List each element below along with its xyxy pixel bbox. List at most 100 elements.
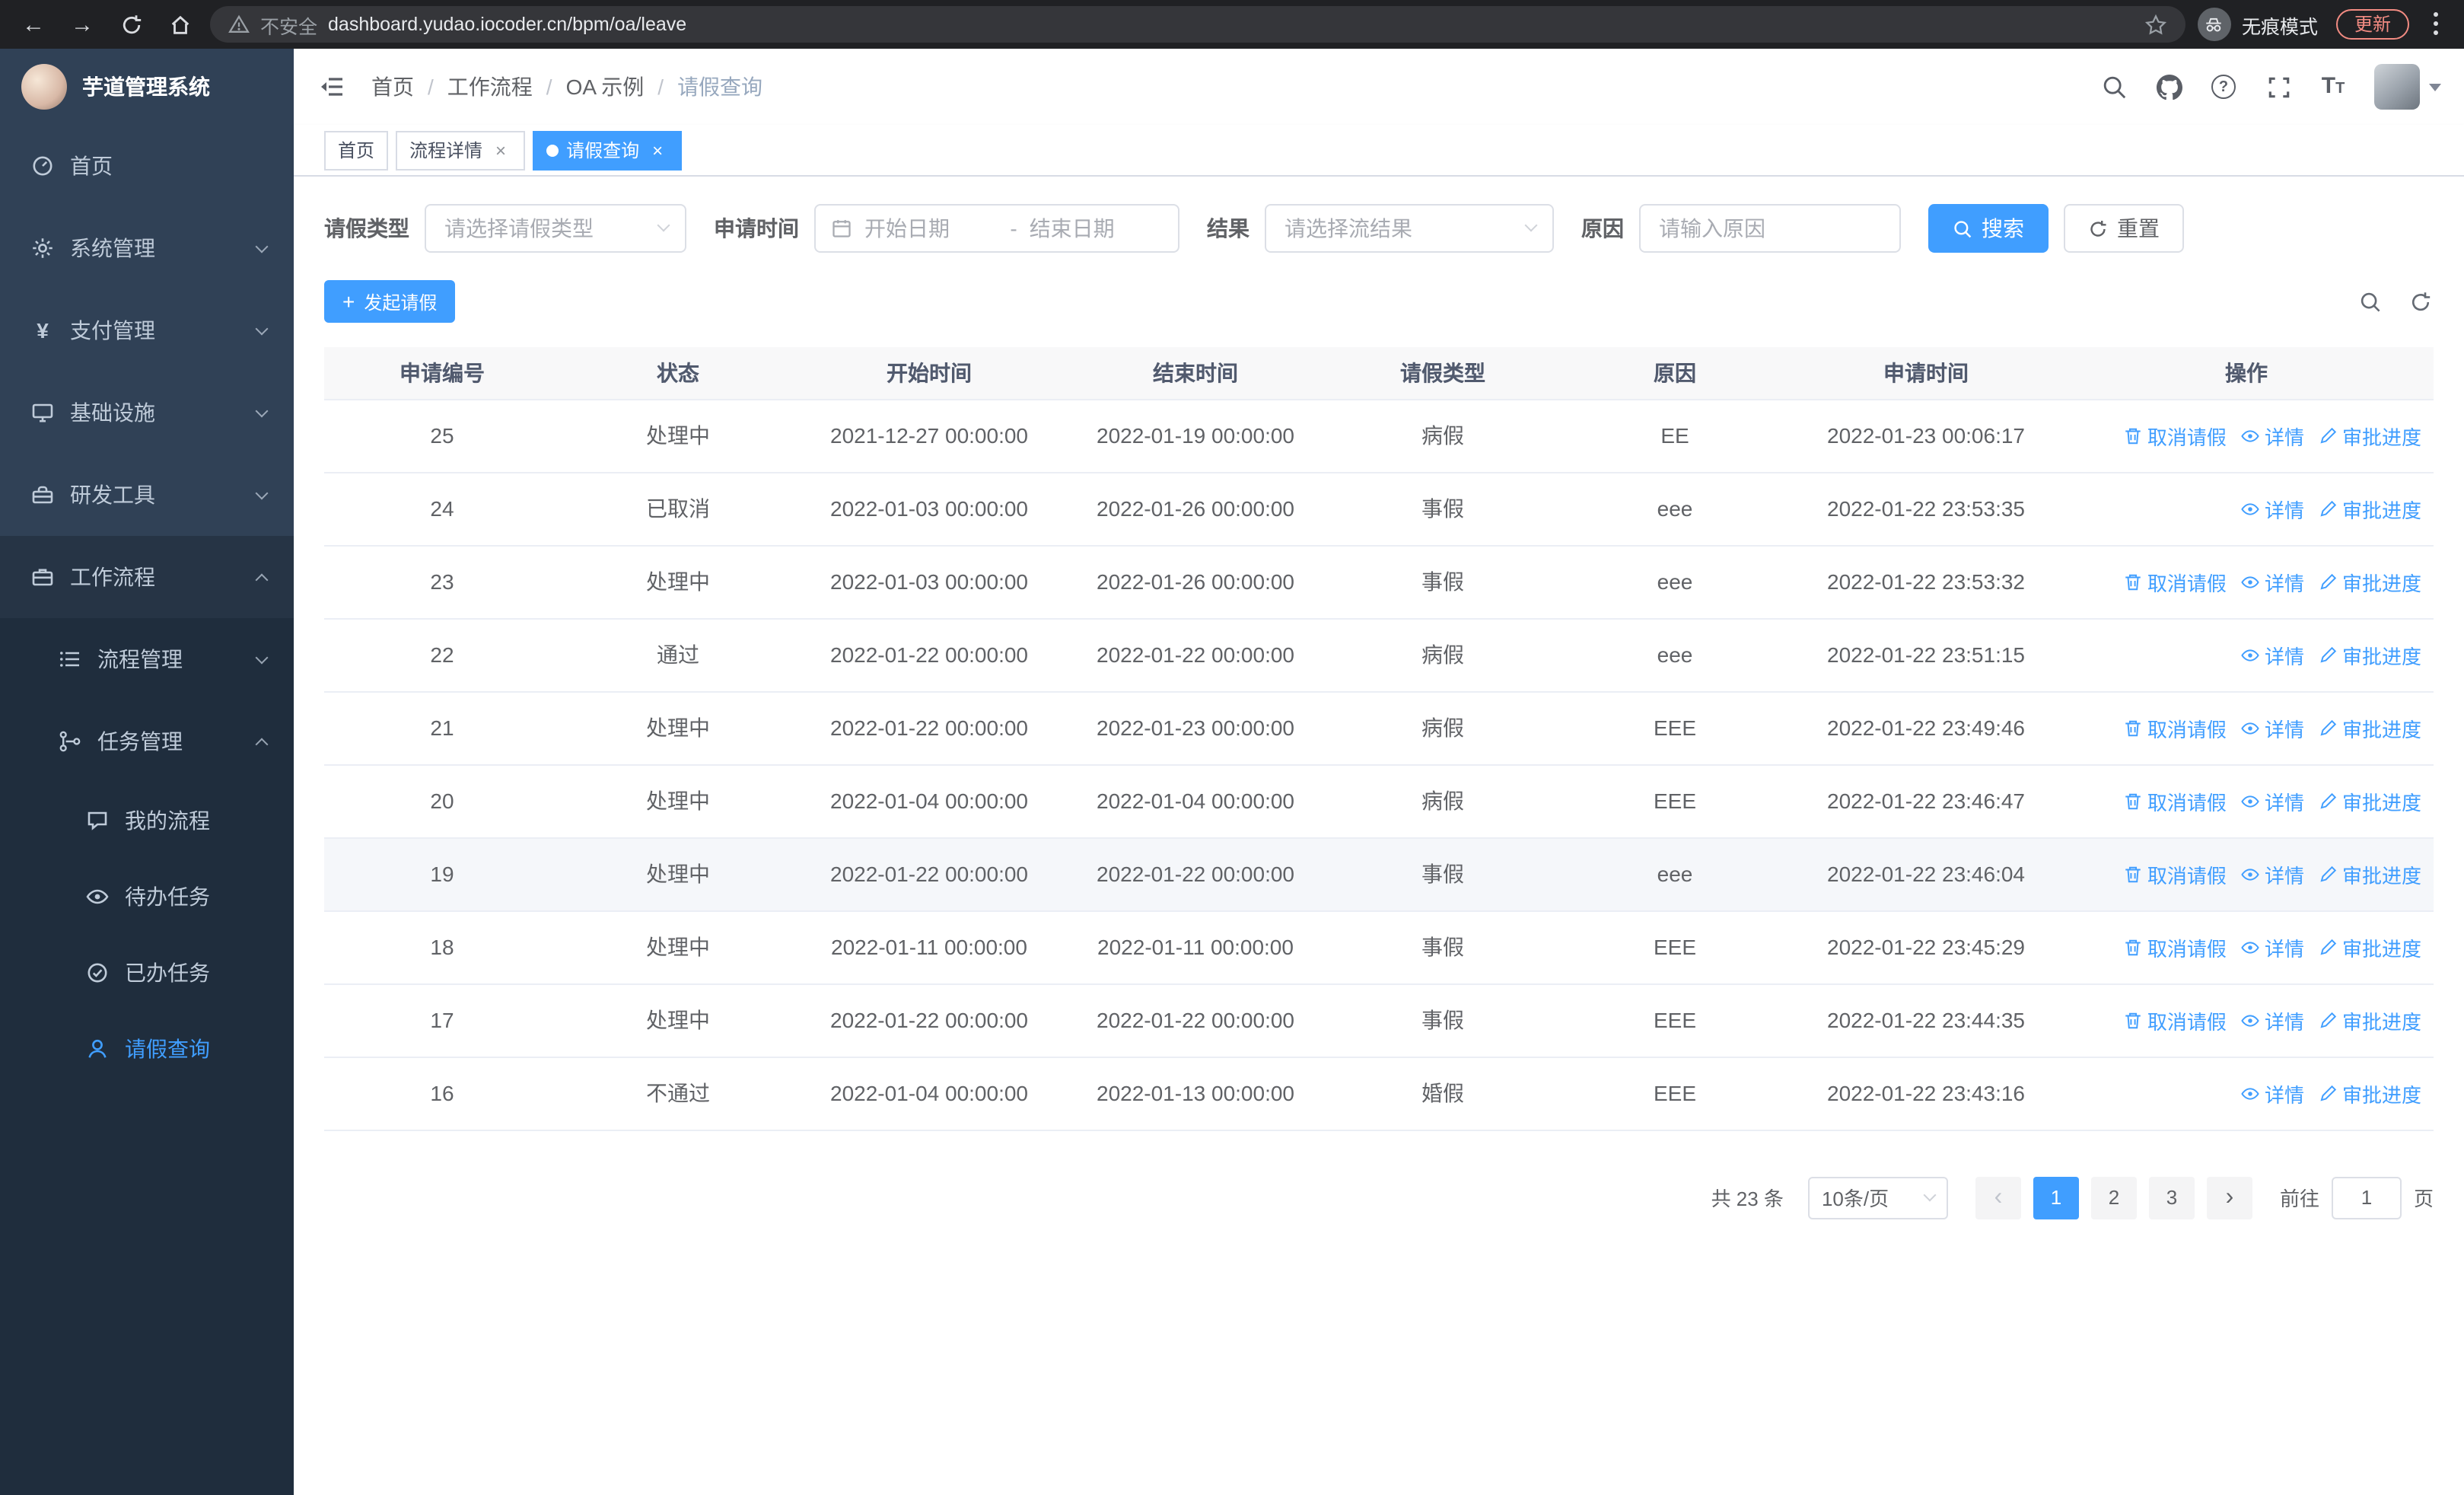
sidebar-item-my-processes[interactable]: 我的流程 [0, 783, 294, 859]
reason-input[interactable] [1639, 204, 1901, 253]
fullscreen-icon[interactable] [2265, 73, 2292, 100]
approval-progress-link[interactable]: 审批进度 [2318, 713, 2421, 742]
header-search-icon[interactable] [2100, 73, 2128, 100]
cell-end-time: 2022-01-22 00:00:00 [1062, 618, 1329, 692]
tab-process-detail[interactable]: 流程详情 × [396, 130, 526, 170]
browser-back-button[interactable]: ← [15, 6, 52, 43]
reset-button[interactable]: 重置 [2064, 204, 2184, 253]
approval-progress-link[interactable]: 审批进度 [2318, 1079, 2421, 1108]
sidebar-item-done-tasks[interactable]: 已办任务 [0, 935, 294, 1011]
next-page-button[interactable]: › [2206, 1176, 2252, 1219]
sidebar-item-leave-query[interactable]: 请假查询 [0, 1011, 294, 1087]
detail-link[interactable]: 详情 [2240, 1079, 2304, 1108]
sidebar-item-workflow[interactable]: 工作流程 [0, 536, 294, 618]
edit-icon [2320, 792, 2337, 808]
cancel-leave-link[interactable]: 取消请假 [2123, 932, 2227, 961]
create-leave-button[interactable]: + 发起请假 [324, 280, 456, 323]
update-button[interactable]: 更新 [2335, 9, 2409, 40]
cancel-leave-link[interactable]: 取消请假 [2123, 859, 2227, 888]
tab-leave-query[interactable]: 请假查询 × [533, 130, 683, 170]
cancel-leave-link[interactable]: 取消请假 [2123, 1006, 2227, 1034]
approval-progress-link[interactable]: 审批进度 [2318, 859, 2421, 888]
browser-forward-button[interactable]: → [64, 6, 100, 43]
font-size-icon[interactable]: TT [2319, 73, 2347, 100]
cell-apply-id: 17 [324, 983, 560, 1057]
page-size-select[interactable]: 10条/页 [1807, 1176, 1948, 1219]
cancel-leave-link[interactable]: 取消请假 [2123, 567, 2227, 596]
detail-link[interactable]: 详情 [2240, 494, 2304, 523]
sidebar-item-todo-tasks[interactable]: 待办任务 [0, 859, 294, 935]
chevron-up-icon [255, 737, 269, 751]
refresh-icon [2090, 219, 2106, 236]
detail-link[interactable]: 详情 [2240, 786, 2304, 815]
browser-menu-icon[interactable] [2434, 12, 2440, 37]
github-icon[interactable] [2155, 73, 2182, 100]
cell-status: 不通过 [560, 1057, 796, 1130]
user-avatar [2374, 64, 2420, 110]
approval-progress-link[interactable]: 审批进度 [2318, 786, 2421, 815]
search-button[interactable]: 搜索 [1928, 204, 2049, 253]
cancel-leave-link[interactable]: 取消请假 [2123, 786, 2227, 815]
prev-page-button[interactable]: ‹ [1975, 1176, 2021, 1219]
detail-link[interactable]: 详情 [2240, 421, 2304, 450]
goto-page-input[interactable] [2331, 1176, 2402, 1219]
top-navbar: 首页 / 工作流程 / OA 示例 / 请假查询 ? T T [294, 49, 2464, 125]
address-bar[interactable]: 不安全 dashboard.yudao.iocoder.cn/bpm/oa/le… [210, 6, 2185, 43]
breadcrumb-home[interactable]: 首页 [371, 72, 414, 102]
incognito-icon [2197, 8, 2231, 41]
sidebar-item-task-management[interactable]: 任务管理 [0, 700, 294, 783]
sidebar-item-payment-management[interactable]: ¥ 支付管理 [0, 289, 294, 371]
approval-progress-link[interactable]: 审批进度 [2318, 421, 2421, 450]
browser-reload-button[interactable] [113, 6, 149, 43]
cell-reason: EEE [1557, 910, 1793, 984]
col-status: 状态 [560, 347, 796, 400]
browser-home-button[interactable] [161, 6, 198, 43]
sidebar-item-home[interactable]: 首页 [0, 125, 294, 207]
detail-link[interactable]: 详情 [2240, 567, 2304, 596]
tab-close-icon[interactable]: × [490, 139, 511, 161]
trash-icon [2125, 719, 2141, 736]
approval-progress-link[interactable]: 审批进度 [2318, 640, 2421, 669]
hamburger-icon[interactable] [317, 72, 347, 102]
sidebar-item-system-management[interactable]: 系统管理 [0, 207, 294, 289]
table-tools [2356, 288, 2434, 315]
approval-progress-link[interactable]: 审批进度 [2318, 1006, 2421, 1034]
sidebar-item-infrastructure[interactable]: 基础设施 [0, 371, 294, 454]
approval-progress-link[interactable]: 审批进度 [2318, 567, 2421, 596]
refresh-table-icon[interactable] [2406, 288, 2434, 315]
cancel-leave-link[interactable]: 取消请假 [2123, 713, 2227, 742]
help-icon[interactable]: ? [2210, 73, 2237, 100]
leave-type-select[interactable]: 请选择请假类型 [425, 204, 686, 253]
tab-close-icon[interactable]: × [647, 139, 668, 161]
sidebar-item-dev-tools[interactable]: 研发工具 [0, 454, 294, 536]
toggle-search-icon[interactable] [2356, 288, 2383, 315]
approval-progress-link[interactable]: 审批进度 [2318, 932, 2421, 961]
apply-time-range-picker[interactable]: 开始日期 - 结束日期 [814, 204, 1179, 253]
sidebar-item-process-management[interactable]: 流程管理 [0, 618, 294, 700]
eye-icon [2241, 1014, 2259, 1026]
approval-progress-link[interactable]: 审批进度 [2318, 494, 2421, 523]
check-circle-icon [88, 963, 107, 983]
page-button-2[interactable]: 2 [2090, 1176, 2137, 1219]
bookmark-star-icon[interactable] [2144, 13, 2167, 36]
cell-leave-type: 婚假 [1329, 1057, 1557, 1130]
cell-status: 处理中 [560, 910, 796, 984]
cell-start-time: 2022-01-22 00:00:00 [796, 691, 1062, 765]
detail-link[interactable]: 详情 [2240, 932, 2304, 961]
detail-link[interactable]: 详情 [2240, 713, 2304, 742]
detail-link[interactable]: 详情 [2240, 640, 2304, 669]
result-select[interactable]: 请选择流结果 [1265, 204, 1554, 253]
page-button-3[interactable]: 3 [2148, 1176, 2195, 1219]
tab-home[interactable]: 首页 [324, 130, 389, 170]
cell-actions: 取消请假 详情 审批进度 [2059, 837, 2434, 911]
user-menu[interactable] [2374, 64, 2441, 110]
breadcrumb-workflow[interactable]: 工作流程 [447, 72, 533, 102]
detail-link[interactable]: 详情 [2240, 859, 2304, 888]
calendar-icon [832, 220, 851, 237]
detail-link[interactable]: 详情 [2240, 1006, 2304, 1034]
app-logo[interactable]: 芋道管理系统 [0, 49, 294, 125]
page-button-1[interactable]: 1 [2033, 1176, 2079, 1219]
cell-actions: 取消请假 详情 审批进度 [2059, 764, 2434, 838]
cancel-leave-link[interactable]: 取消请假 [2123, 421, 2227, 450]
breadcrumb-oa-example[interactable]: OA 示例 [566, 72, 645, 102]
